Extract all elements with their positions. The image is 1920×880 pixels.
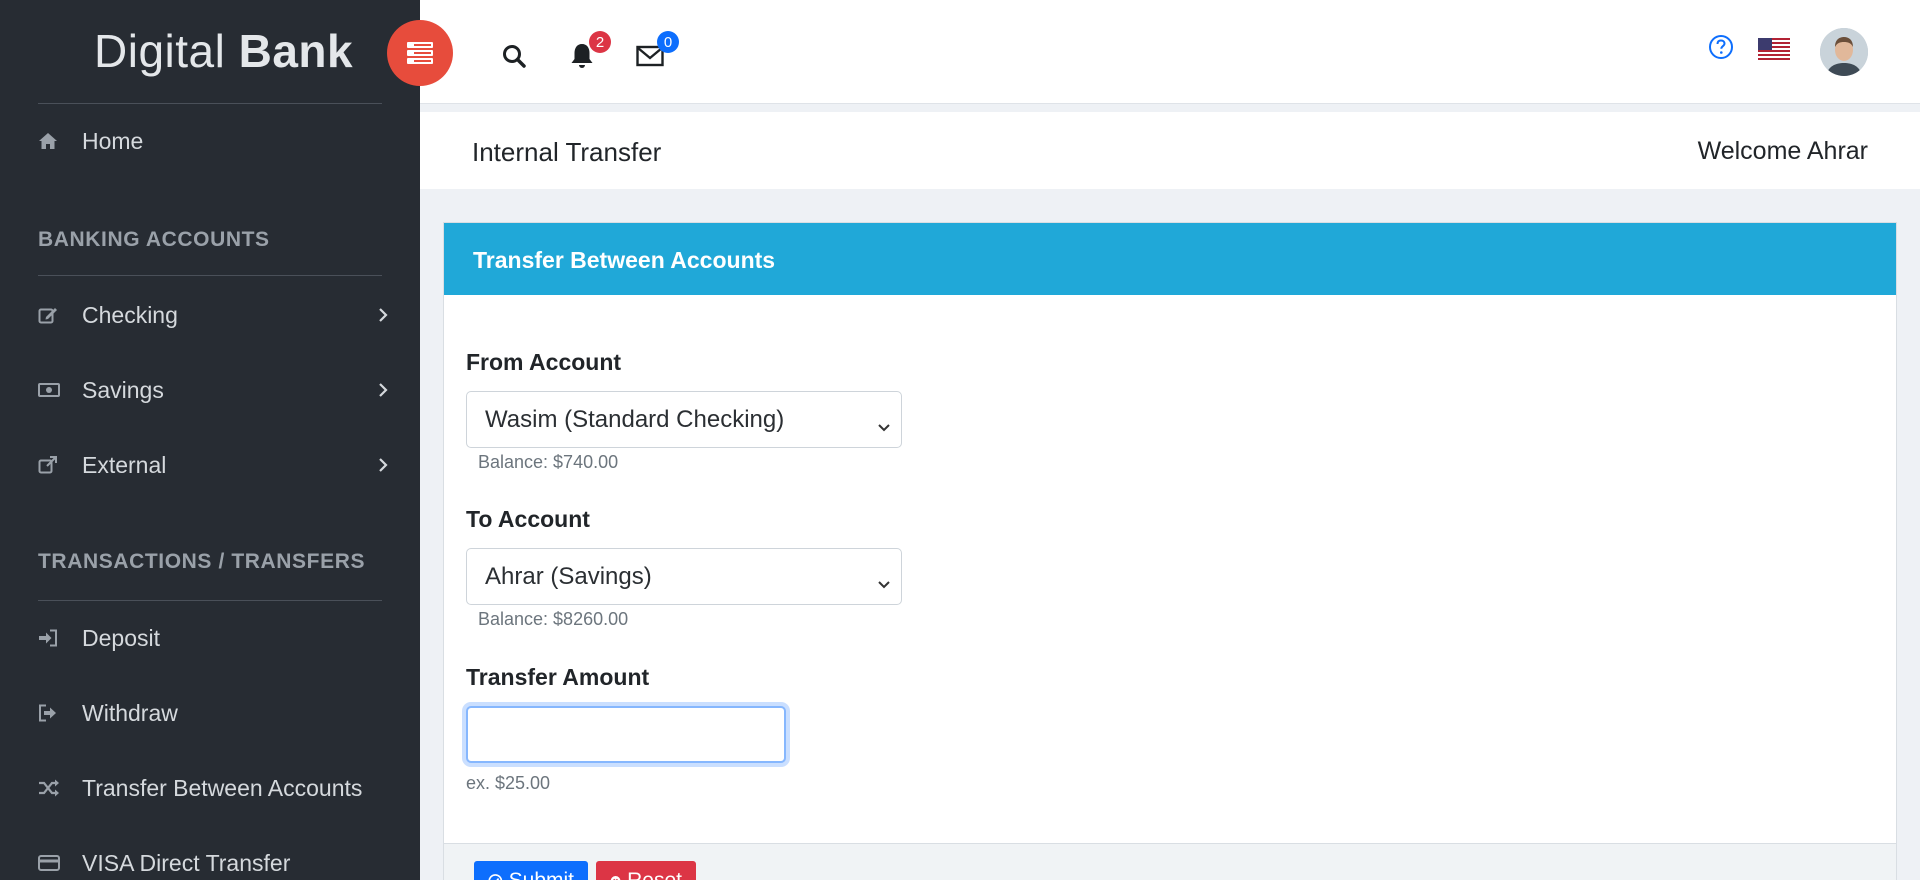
section-title-transactions: TRANSACTIONS / TRANSFERS bbox=[38, 550, 366, 573]
notification-count-badge: 2 bbox=[589, 31, 611, 53]
page-title: Internal Transfer bbox=[472, 137, 662, 167]
divider bbox=[38, 600, 382, 601]
search-icon[interactable] bbox=[494, 36, 534, 76]
to-account-select[interactable]: Ahrar (Savings) bbox=[466, 548, 902, 605]
menu-toggle-icon bbox=[407, 42, 433, 64]
sidebar-item-label: Checking bbox=[82, 301, 178, 328]
reset-button-label: Reset bbox=[627, 869, 682, 880]
sign-in-icon bbox=[38, 629, 82, 647]
menu-toggle-button[interactable] bbox=[387, 20, 453, 86]
sidebar-item-withdraw[interactable]: Withdraw bbox=[38, 691, 388, 735]
transfer-amount-input[interactable] bbox=[466, 706, 786, 763]
reset-button[interactable]: Reset bbox=[596, 861, 696, 880]
sidebar-item-home[interactable]: Home bbox=[38, 119, 388, 163]
brand-name-part2: Bank bbox=[238, 25, 354, 77]
from-account-select[interactable]: Wasim (Standard Checking) bbox=[466, 391, 902, 448]
transfer-amount-label: Transfer Amount bbox=[466, 664, 650, 690]
brand-name: Digital Bank bbox=[94, 24, 353, 78]
home-icon bbox=[38, 132, 82, 150]
chevron-down-icon bbox=[877, 412, 891, 440]
us-flag-icon[interactable] bbox=[1758, 38, 1790, 62]
top-header: 2 0 bbox=[420, 0, 1920, 104]
external-link-icon bbox=[38, 456, 82, 474]
sidebar-item-savings[interactable]: Savings bbox=[38, 368, 388, 412]
check-circle-icon bbox=[488, 874, 503, 880]
message-count-badge: 0 bbox=[657, 31, 679, 53]
from-account-label: From Account bbox=[466, 349, 622, 375]
transfer-card: Transfer Between Accounts From Account W… bbox=[443, 222, 1897, 880]
times-circle-icon bbox=[610, 876, 621, 880]
submit-button[interactable]: Submit bbox=[474, 861, 588, 880]
money-icon bbox=[38, 382, 82, 398]
sidebar-item-label: Savings bbox=[82, 376, 164, 403]
credit-card-icon bbox=[38, 855, 82, 871]
divider bbox=[38, 103, 382, 104]
transfer-amount-hint: ex. $25.00 bbox=[466, 773, 551, 793]
random-icon bbox=[38, 779, 82, 797]
sidebar-item-deposit[interactable]: Deposit bbox=[38, 616, 388, 660]
card-title: Transfer Between Accounts bbox=[444, 223, 1896, 295]
sidebar-item-label: Withdraw bbox=[82, 699, 178, 726]
section-title-banking: BANKING ACCOUNTS bbox=[38, 228, 270, 251]
submit-button-label: Submit bbox=[509, 869, 574, 880]
edit-icon bbox=[38, 306, 82, 324]
sidebar-item-checking[interactable]: Checking bbox=[38, 293, 388, 337]
page-title-bar: Internal Transfer Welcome Ahrar bbox=[420, 112, 1920, 189]
help-icon[interactable] bbox=[1708, 34, 1734, 65]
user-avatar[interactable] bbox=[1820, 28, 1868, 76]
sidebar-item-label: Home bbox=[82, 127, 144, 154]
brand-name-part1: Digital bbox=[94, 25, 239, 77]
chevron-down-icon bbox=[877, 569, 891, 597]
from-account-value: Wasim (Standard Checking) bbox=[485, 406, 785, 433]
sidebar-item-visa[interactable]: VISA Direct Transfer bbox=[38, 841, 388, 880]
sidebar: Digital Bank Home BANKING ACCOUNTS Check… bbox=[0, 0, 420, 880]
brand-logo[interactable]: Digital Bank bbox=[0, 0, 420, 103]
chevron-right-icon bbox=[368, 382, 388, 398]
to-account-label: To Account bbox=[466, 506, 590, 532]
sidebar-item-label: Deposit bbox=[82, 624, 160, 651]
divider bbox=[38, 275, 382, 276]
sign-out-icon bbox=[38, 704, 82, 722]
sidebar-item-external[interactable]: External bbox=[38, 443, 388, 487]
to-account-balance: Balance: $8260.00 bbox=[478, 609, 629, 629]
to-account-value: Ahrar (Savings) bbox=[485, 563, 652, 590]
sidebar-item-label: External bbox=[82, 451, 167, 478]
from-account-balance: Balance: $740.00 bbox=[478, 452, 619, 472]
sidebar-item-label: VISA Direct Transfer bbox=[82, 849, 291, 876]
sidebar-item-label: Transfer Between Accounts bbox=[82, 774, 363, 801]
chevron-right-icon bbox=[368, 457, 388, 473]
sidebar-item-transfer[interactable]: Transfer Between Accounts bbox=[38, 766, 388, 810]
chevron-right-icon bbox=[368, 307, 388, 323]
welcome-message: Welcome Ahrar bbox=[1697, 137, 1868, 165]
